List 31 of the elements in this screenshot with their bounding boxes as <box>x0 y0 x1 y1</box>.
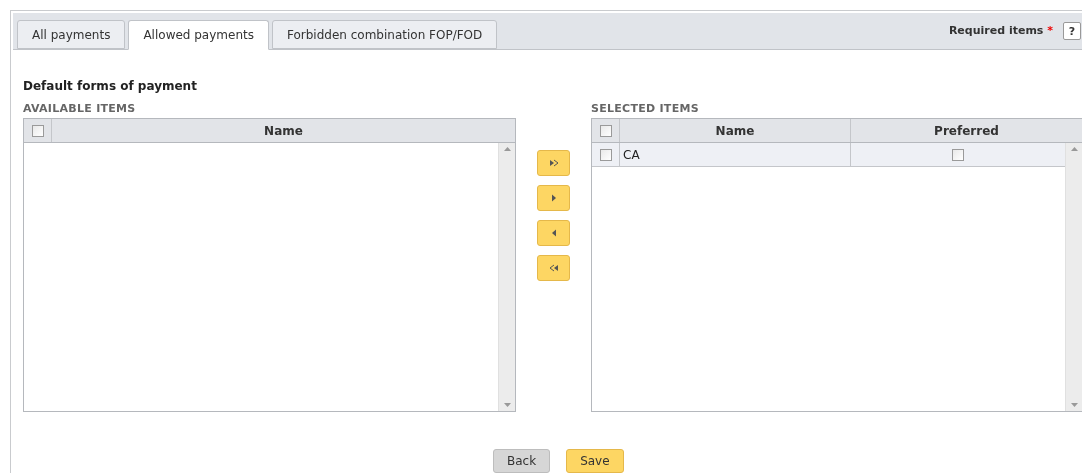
select-all-checkbox[interactable] <box>599 124 612 137</box>
required-items-label: Required items * <box>948 22 1053 39</box>
double-right-arrow-icon <box>548 159 559 167</box>
column-header: Name <box>264 122 303 140</box>
transfer-button[interactable] <box>537 185 570 211</box>
select-all-checkbox[interactable] <box>31 124 44 137</box>
column-header: Name <box>715 122 755 140</box>
scroll-down-icon[interactable] <box>503 403 511 407</box>
tab[interactable]: Allowed payments <box>128 20 269 50</box>
transfer-button[interactable] <box>537 255 570 281</box>
column-header: Preferred <box>934 122 999 140</box>
scroll-up-icon[interactable] <box>1070 147 1078 151</box>
scrollbar[interactable] <box>498 143 515 411</box>
list-title: SELECTED ITEMS <box>591 102 700 116</box>
tab[interactable]: Forbidden combination FOP/FOD <box>271 20 498 49</box>
table-cell-text: CA <box>623 146 640 164</box>
transfer-button[interactable] <box>537 220 570 246</box>
section-title: Default forms of payment <box>23 78 198 94</box>
scroll-down-icon[interactable] <box>1070 403 1078 407</box>
list-title: AVAILABLE ITEMS <box>23 102 137 116</box>
row-checkbox[interactable] <box>599 148 612 161</box>
scroll-up-icon[interactable] <box>503 147 511 151</box>
preferred-checkbox[interactable] <box>952 148 964 161</box>
save-button[interactable]: Save <box>566 449 624 473</box>
table-row[interactable]: CA <box>592 143 1065 167</box>
transfer-button[interactable] <box>537 150 570 176</box>
tab[interactable]: All payments <box>17 20 126 49</box>
double-left-arrow-icon <box>548 264 559 272</box>
scrollbar[interactable] <box>1065 143 1082 411</box>
help-button[interactable]: ? <box>1063 22 1081 40</box>
back-button[interactable]: Back <box>493 449 551 473</box>
